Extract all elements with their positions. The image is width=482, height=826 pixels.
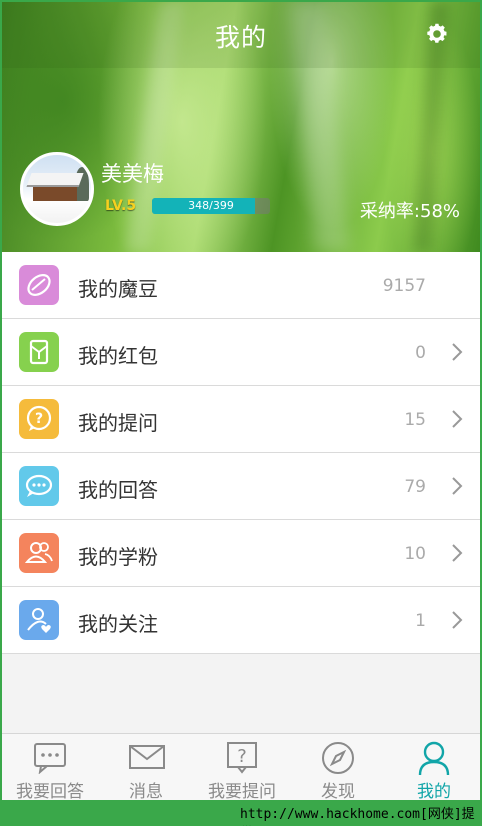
- tab-ask[interactable]: ? 我要提问: [194, 734, 290, 800]
- profile-header: 我的 美美梅 LV.5 348/399 采纳率:58%: [2, 2, 480, 252]
- bean-icon: [19, 265, 59, 305]
- menu-item-count: 0: [415, 343, 426, 363]
- avatar[interactable]: [20, 152, 94, 226]
- tab-label: 发现: [321, 782, 355, 800]
- level-progress-bar: 348/399: [152, 198, 270, 214]
- question-bubble-icon: ?: [19, 399, 59, 439]
- svg-text:?: ?: [237, 746, 247, 767]
- app-window: 我的 美美梅 LV.5 348/399 采纳率:58% 我的魔豆 9157 我的…: [2, 2, 480, 800]
- menu-item-answers[interactable]: 我的回答 79: [2, 453, 480, 520]
- menu-item-label: 我的关注: [78, 612, 158, 636]
- menu-item-following[interactable]: 我的关注 1: [2, 587, 480, 654]
- level-badge: LV.5: [105, 198, 137, 214]
- tab-discover[interactable]: 发现: [290, 734, 386, 800]
- menu-item-count: 79: [404, 477, 426, 497]
- question-icon: ?: [227, 742, 257, 774]
- svg-text:?: ?: [35, 411, 43, 427]
- tab-label: 我要回答: [16, 782, 84, 800]
- tab-answer[interactable]: 我要回答: [2, 734, 98, 800]
- tab-messages[interactable]: 消息: [98, 734, 194, 800]
- bottom-tab-bar: 我要回答 消息 ? 我要提问 发现 我的: [2, 733, 480, 800]
- menu-item-count: 10: [404, 544, 426, 564]
- chat-icon: [34, 743, 66, 774]
- menu-item-followers[interactable]: 我的学粉 10: [2, 520, 480, 587]
- menu-item-red-packet[interactable]: 我的红包 0: [2, 319, 480, 386]
- tab-mine[interactable]: 我的: [386, 734, 480, 800]
- red-packet-icon: [19, 332, 59, 372]
- menu-item-count: 9157: [382, 276, 426, 296]
- tab-label: 我的: [417, 782, 451, 800]
- menu-item-label: 我的回答: [78, 478, 158, 502]
- username: 美美梅: [101, 162, 164, 186]
- menu-item-label: 我的魔豆: [78, 277, 158, 301]
- following-icon: [19, 600, 59, 640]
- menu-item-label: 我的红包: [78, 344, 158, 368]
- answer-bubble-icon: [19, 466, 59, 506]
- adoption-rate: 采纳率:58%: [359, 201, 460, 222]
- followers-icon: [19, 533, 59, 573]
- chevron-right-icon: [452, 343, 463, 361]
- menu-item-beans[interactable]: 我的魔豆 9157: [2, 252, 480, 319]
- avatar-roof: [26, 173, 84, 187]
- chevron-right-icon: [452, 410, 463, 428]
- compass-icon: [322, 742, 354, 774]
- progress-text: 348/399: [188, 199, 234, 212]
- gear-icon[interactable]: [425, 22, 449, 46]
- chevron-right-icon: [452, 477, 463, 495]
- chevron-right-icon: [452, 611, 463, 629]
- menu-item-count: 1: [415, 611, 426, 631]
- top-bar: 我的: [2, 2, 480, 68]
- menu-item-questions[interactable]: ? 我的提问 15: [2, 386, 480, 453]
- menu-item-label: 我的提问: [78, 411, 158, 435]
- menu-item-label: 我的学粉: [78, 545, 158, 569]
- menu-list: 我的魔豆 9157 我的红包 0 ? 我的提问 15 我的回答 79 我的学粉 …: [2, 252, 480, 654]
- page-title: 我的: [214, 23, 267, 52]
- menu-item-count: 15: [404, 410, 426, 430]
- person-icon: [418, 741, 450, 776]
- tab-label: 消息: [129, 782, 163, 800]
- chevron-right-icon: [452, 544, 463, 562]
- tab-label: 我要提问: [208, 782, 276, 800]
- mail-icon: [129, 745, 165, 769]
- watermark-text: http://www.hackhome.com[网侠]提供: [240, 803, 482, 826]
